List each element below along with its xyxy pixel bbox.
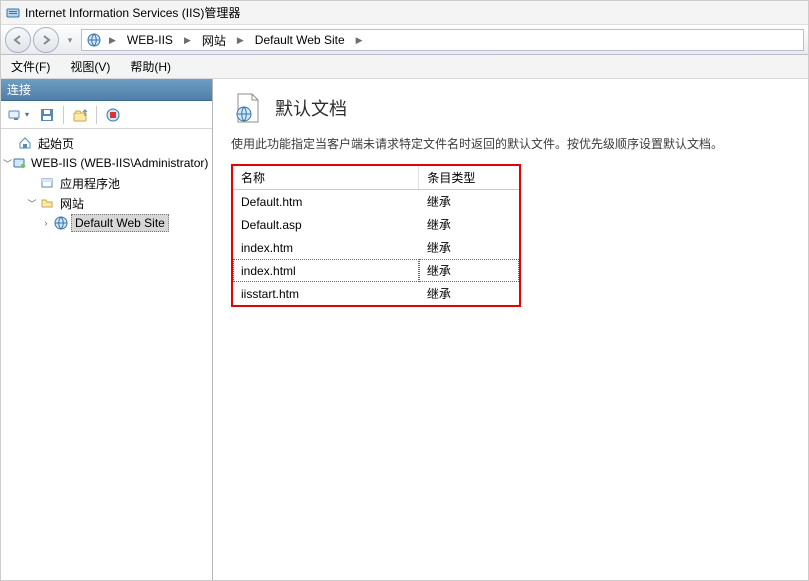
iis-manager-icon <box>5 5 21 21</box>
main-panel: 默认文档 使用此功能指定当客户端未请求特定文件名时返回的默认文件。按优先级顺序设… <box>213 79 808 580</box>
globe-icon <box>53 215 69 231</box>
col-entrytype[interactable]: 条目类型 <box>419 166 519 190</box>
table-row[interactable]: iisstart.htm继承 <box>233 282 519 305</box>
menubar: 文件(F) 视图(V) 帮助(H) <box>1 55 808 79</box>
page-title: 默认文档 <box>275 95 347 121</box>
menu-file[interactable]: 文件(F) <box>7 56 54 77</box>
table-row[interactable]: Default.asp继承 <box>233 213 519 236</box>
table-row[interactable]: Default.htm继承 <box>233 190 519 214</box>
cell-name: iisstart.htm <box>233 282 419 305</box>
stop-button[interactable] <box>103 104 123 126</box>
expand-toggle[interactable]: › <box>39 218 53 228</box>
cell-entrytype: 继承 <box>419 190 519 214</box>
connections-toolbar: ▾ <box>1 101 212 129</box>
connections-header: 连接 <box>1 79 212 101</box>
breadcrumb: ▶ WEB-IIS ▶ 网站 ▶ Default Web Site ▶ <box>81 29 804 51</box>
chevron-right-icon[interactable]: ▶ <box>353 35 366 46</box>
cell-name: index.html <box>233 259 419 282</box>
menu-view[interactable]: 视图(V) <box>66 56 114 77</box>
connect-button[interactable]: ▾ <box>5 104 33 126</box>
tree-label: 应用程序池 <box>57 174 123 193</box>
address-bar: ▾ ▶ WEB-IIS ▶ 网站 ▶ Default Web Site ▶ <box>1 25 808 55</box>
breadcrumb-item[interactable]: WEB-IIS <box>123 31 177 49</box>
cell-entrytype: 继承 <box>419 282 519 305</box>
stop-icon <box>105 107 121 123</box>
default-documents-table-highlight: 名称 条目类型 Default.htm继承Default.asp继承index.… <box>231 164 521 307</box>
titlebar: Internet Information Services (IIS)管理器 <box>1 1 808 25</box>
chevron-right-icon[interactable]: ▶ <box>181 35 194 46</box>
home-icon <box>17 135 33 151</box>
tree-node-apppools[interactable]: 应用程序池 <box>1 173 212 193</box>
tree-label: 网站 <box>57 194 87 213</box>
chevron-right-icon[interactable]: ▶ <box>234 35 247 46</box>
breadcrumb-item[interactable]: 网站 <box>198 30 230 51</box>
toolbar-separator <box>63 106 64 124</box>
up-button[interactable] <box>70 104 90 126</box>
cell-entrytype: 继承 <box>419 236 519 259</box>
tree-node-startpage[interactable]: 起始页 <box>1 133 212 153</box>
expand-toggle[interactable]: ﹀ <box>25 197 39 210</box>
tree-node-default-site[interactable]: › Default Web Site <box>1 213 212 233</box>
chevron-down-icon: ▾ <box>23 107 31 123</box>
tree-node-server[interactable]: ﹀ WEB-IIS (WEB-IIS\Administrator) <box>1 153 212 173</box>
chevron-right-icon[interactable]: ▶ <box>106 35 119 46</box>
cell-name: Default.htm <box>233 190 419 214</box>
connections-tree: 起始页 ﹀ WEB-IIS (WEB-IIS\Administrator) 应用… <box>1 129 212 580</box>
cell-name: Default.asp <box>233 213 419 236</box>
col-name[interactable]: 名称 <box>233 166 419 190</box>
breadcrumb-item[interactable]: Default Web Site <box>251 31 349 49</box>
nav-back-button[interactable] <box>5 27 31 53</box>
table-header-row: 名称 条目类型 <box>233 166 519 190</box>
server-icon <box>12 155 26 171</box>
folder-icon <box>39 195 55 211</box>
cell-name: index.htm <box>233 236 419 259</box>
server-icon <box>86 32 102 48</box>
apppool-icon <box>39 175 55 191</box>
save-icon <box>39 107 55 123</box>
tree-label: Default Web Site <box>71 214 169 232</box>
cell-entrytype: 继承 <box>419 213 519 236</box>
toolbar-separator <box>96 106 97 124</box>
table-row[interactable]: index.htm继承 <box>233 236 519 259</box>
tree-label: WEB-IIS (WEB-IIS\Administrator) <box>28 155 211 171</box>
expand-toggle[interactable]: ﹀ <box>3 157 12 170</box>
up-icon <box>72 107 88 123</box>
default-documents-table: 名称 条目类型 Default.htm继承Default.asp继承index.… <box>233 166 519 305</box>
connections-panel: 连接 ▾ 起始页 ﹀ WEB-IIS (WEB-IIS\Administrato… <box>1 79 213 580</box>
table-row[interactable]: index.html继承 <box>233 259 519 282</box>
page-head: 默认文档 <box>231 91 790 125</box>
content-area: 连接 ▾ 起始页 ﹀ WEB-IIS (WEB-IIS\Administrato… <box>1 79 808 580</box>
connect-icon <box>7 107 23 123</box>
page-description: 使用此功能指定当客户端未请求特定文件名时返回的默认文件。按优先级顺序设置默认文档… <box>231 135 790 152</box>
window-title: Internet Information Services (IIS)管理器 <box>21 4 240 21</box>
tree-node-sites[interactable]: ﹀ 网站 <box>1 193 212 213</box>
cell-entrytype: 继承 <box>419 259 519 282</box>
tree-label: 起始页 <box>35 134 77 153</box>
save-button[interactable] <box>37 104 57 126</box>
menu-help[interactable]: 帮助(H) <box>126 56 175 77</box>
default-document-icon <box>231 91 265 125</box>
nav-forward-button[interactable] <box>33 27 59 53</box>
nav-history-dropdown[interactable]: ▾ <box>63 35 77 46</box>
